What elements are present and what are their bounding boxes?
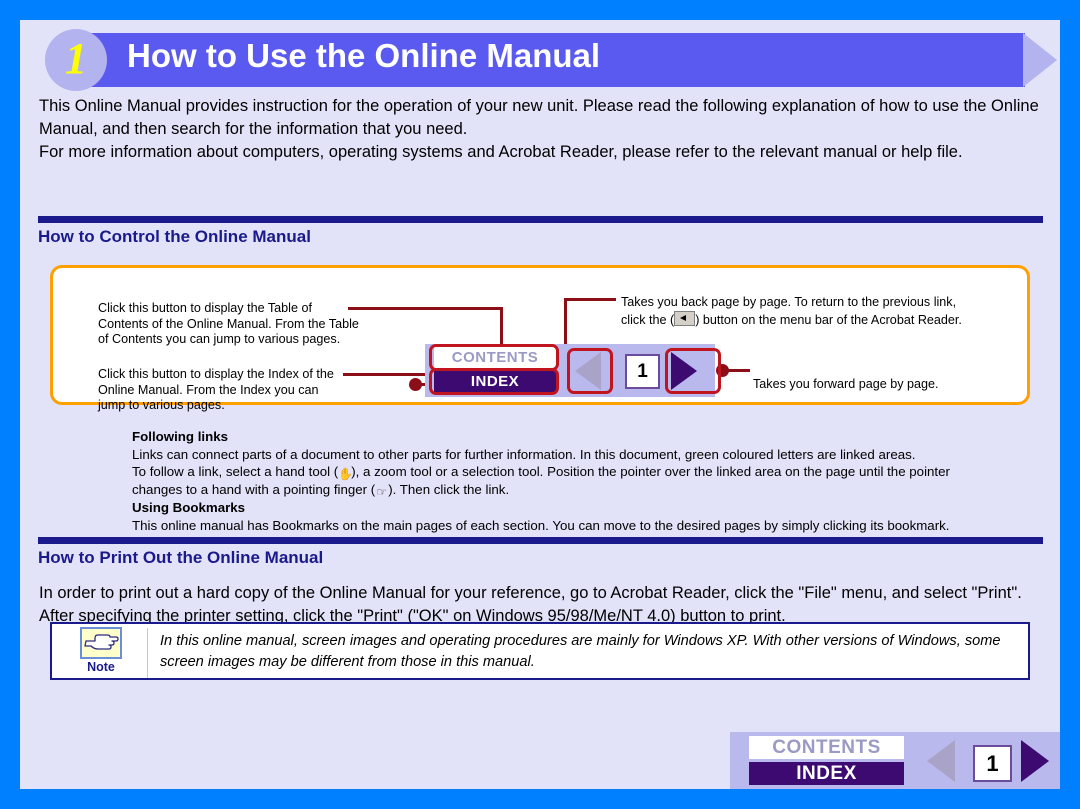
next-page-icon[interactable] xyxy=(1021,740,1049,782)
callout-forward-text: Takes you forward page by page. xyxy=(753,377,939,391)
note-icon-wrap: Note xyxy=(70,627,132,674)
using-bookmarks-heading: Using Bookmarks xyxy=(132,500,246,515)
line2-post: ), a zoom tool or a selection tool. Posi… xyxy=(351,464,950,479)
section-title: How to Print Out the Online Manual xyxy=(38,548,324,567)
note-label: Note xyxy=(87,660,115,674)
highlight-index xyxy=(429,368,559,395)
callout-index-text: Click this button to display the Index o… xyxy=(98,367,334,412)
heading-rule xyxy=(38,216,1043,223)
acrobat-back-button-icon xyxy=(674,310,696,326)
diagram-page-number: 1 xyxy=(625,354,660,389)
highlight-next xyxy=(665,348,721,394)
note-box: Note In this online manual, screen image… xyxy=(50,622,1030,680)
callout-back-line1: Takes you back page by page. To return t… xyxy=(621,295,957,309)
following-links-line1: Links can connect parts of a document to… xyxy=(132,446,916,462)
line3-post: ). Then click the link. xyxy=(388,482,510,497)
connector-line xyxy=(564,298,616,301)
line2-pre: To follow a link, select a hand tool ( xyxy=(132,464,339,479)
note-text: In this online manual, screen images and… xyxy=(160,633,1001,670)
note-divider xyxy=(147,628,148,678)
header-arrow-point-icon xyxy=(1023,33,1057,87)
highlight-contents xyxy=(429,344,559,371)
page-title: How to Use the Online Manual xyxy=(127,37,601,74)
connector-line xyxy=(348,307,503,310)
intro-paragraph-2: For more information about computers, op… xyxy=(39,143,963,161)
callout-back-line2-post: ) button on the menu bar of the Acrobat … xyxy=(695,312,962,327)
line3-pre: changes to a hand with a pointing finger… xyxy=(132,482,376,497)
callout-back-text: Takes you back page by page. To return t… xyxy=(621,295,962,328)
hand-tool-icon: ✋ xyxy=(338,467,354,481)
section-heading-control: How to Control the Online Manual xyxy=(38,216,1043,247)
manual-page: 1 How to Use the Online Manual This Onli… xyxy=(20,20,1060,789)
pointing-hand-glyph xyxy=(84,634,119,650)
index-button[interactable]: INDEX xyxy=(749,762,904,785)
intro-paragraph-1: This Online Manual provides instruction … xyxy=(39,97,1039,138)
control-diagram: Click this button to display the Table o… xyxy=(50,265,1030,412)
heading-rule xyxy=(38,537,1043,544)
following-links-block: Following links Links can connect parts … xyxy=(132,428,1060,534)
following-links-line2: To follow a link, select a hand tool (✋)… xyxy=(132,463,1060,481)
contents-button[interactable]: CONTENTS xyxy=(749,736,904,759)
section-title: How to Control the Online Manual xyxy=(38,227,311,246)
pointing-hand-icon xyxy=(80,627,122,659)
section-heading-print: How to Print Out the Online Manual xyxy=(38,537,1043,568)
page-header: 1 How to Use the Online Manual xyxy=(37,29,1057,91)
pointing-finger-icon: ☞ xyxy=(376,485,388,499)
page-number-display: 1 xyxy=(973,745,1012,782)
following-links-heading: Following links xyxy=(132,429,229,444)
prev-page-icon[interactable] xyxy=(927,740,955,782)
chapter-number: 1 xyxy=(65,34,87,83)
highlight-prev xyxy=(567,348,613,394)
intro-text: This Online Manual provides instruction … xyxy=(39,95,1044,164)
using-bookmarks-line: This online manual has Bookmarks on the … xyxy=(132,517,950,533)
bottom-nav-bar: CONTENTS INDEX 1 xyxy=(730,732,1060,789)
callout-back-line2-pre: click the ( xyxy=(621,312,675,327)
connector-line xyxy=(722,369,750,372)
following-links-line3: changes to a hand with a pointing finger… xyxy=(132,481,1060,499)
callout-contents-text: Click this button to display the Table o… xyxy=(98,301,359,346)
